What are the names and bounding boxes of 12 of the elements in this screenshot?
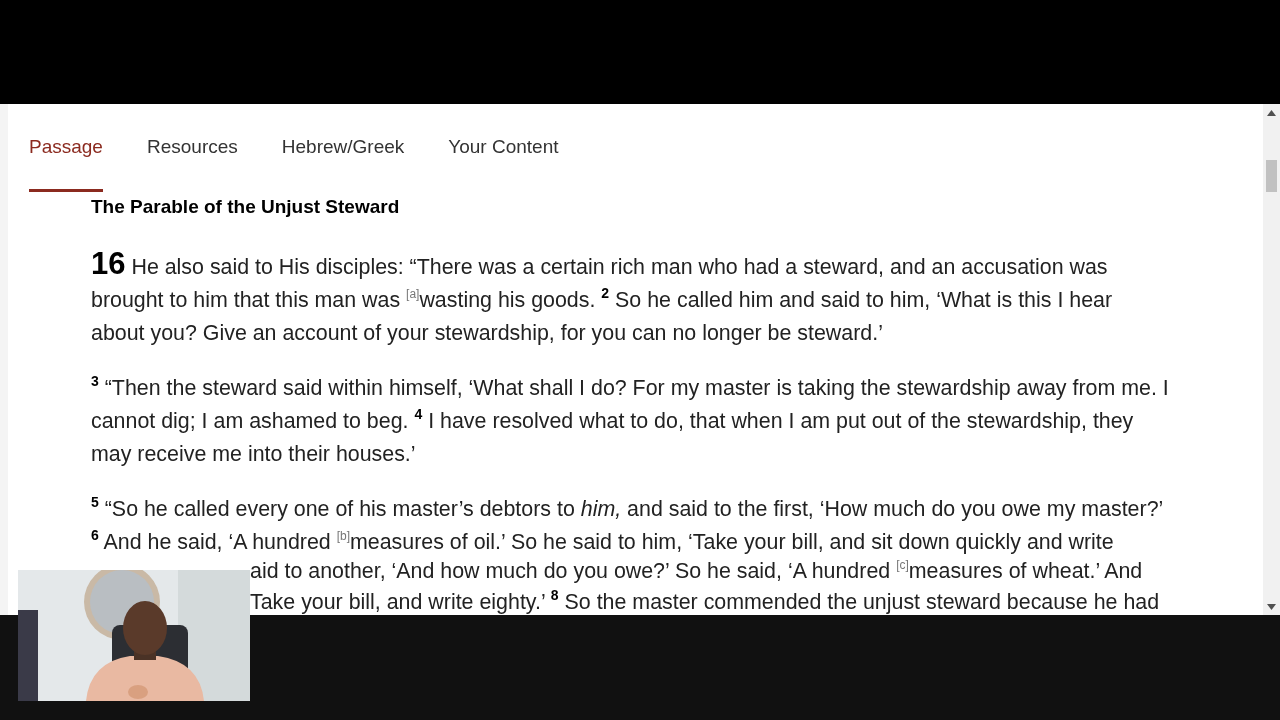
tab[interactable]: Hebrew/Greek: [281, 104, 405, 192]
tab[interactable]: Your Content: [448, 104, 559, 192]
scrollbar[interactable]: [1263, 104, 1280, 615]
scrollbar-thumb[interactable]: [1266, 160, 1277, 192]
scripture-paragraph: $^{3}$ “Then the steward said within himself, ‘What shall I do? For my master is taking the stewardship away from me. I cannot dig; I am ashamed to beg. $^{4}$ I have resolved what to do, that when I am put out of the stewardship, they may receive me into their houses.’: [91, 372, 1169, 468]
section-heading: The Parable of the Unjust Steward: [91, 195, 401, 219]
scripture-paragraph: aid to another, ‘And how much do you owe?’ So he said, ‘A hundred $^{[c]}$measures of wheat.’ And Take your bill, and write eighty.’ $^{8}$ So the master commended the unjust steward because he had: [250, 557, 1160, 615]
scripture-paragraph: 16 He also said to His disciples: “There was a certain rich man who had a steward, and an accusation was brought to him that this man was $^{[a]}$wasting his goods. $^{2}$ So he called him and said to him, ‘What is this I hear about you? Give an account of your stewardship, for you can no longer be steward.’: [91, 251, 1113, 347]
tab[interactable]: Resources: [146, 104, 238, 192]
scroll-down-icon[interactable]: [1267, 604, 1276, 610]
tab[interactable]: Passage: [29, 104, 103, 192]
scroll-up-icon[interactable]: [1267, 110, 1276, 116]
